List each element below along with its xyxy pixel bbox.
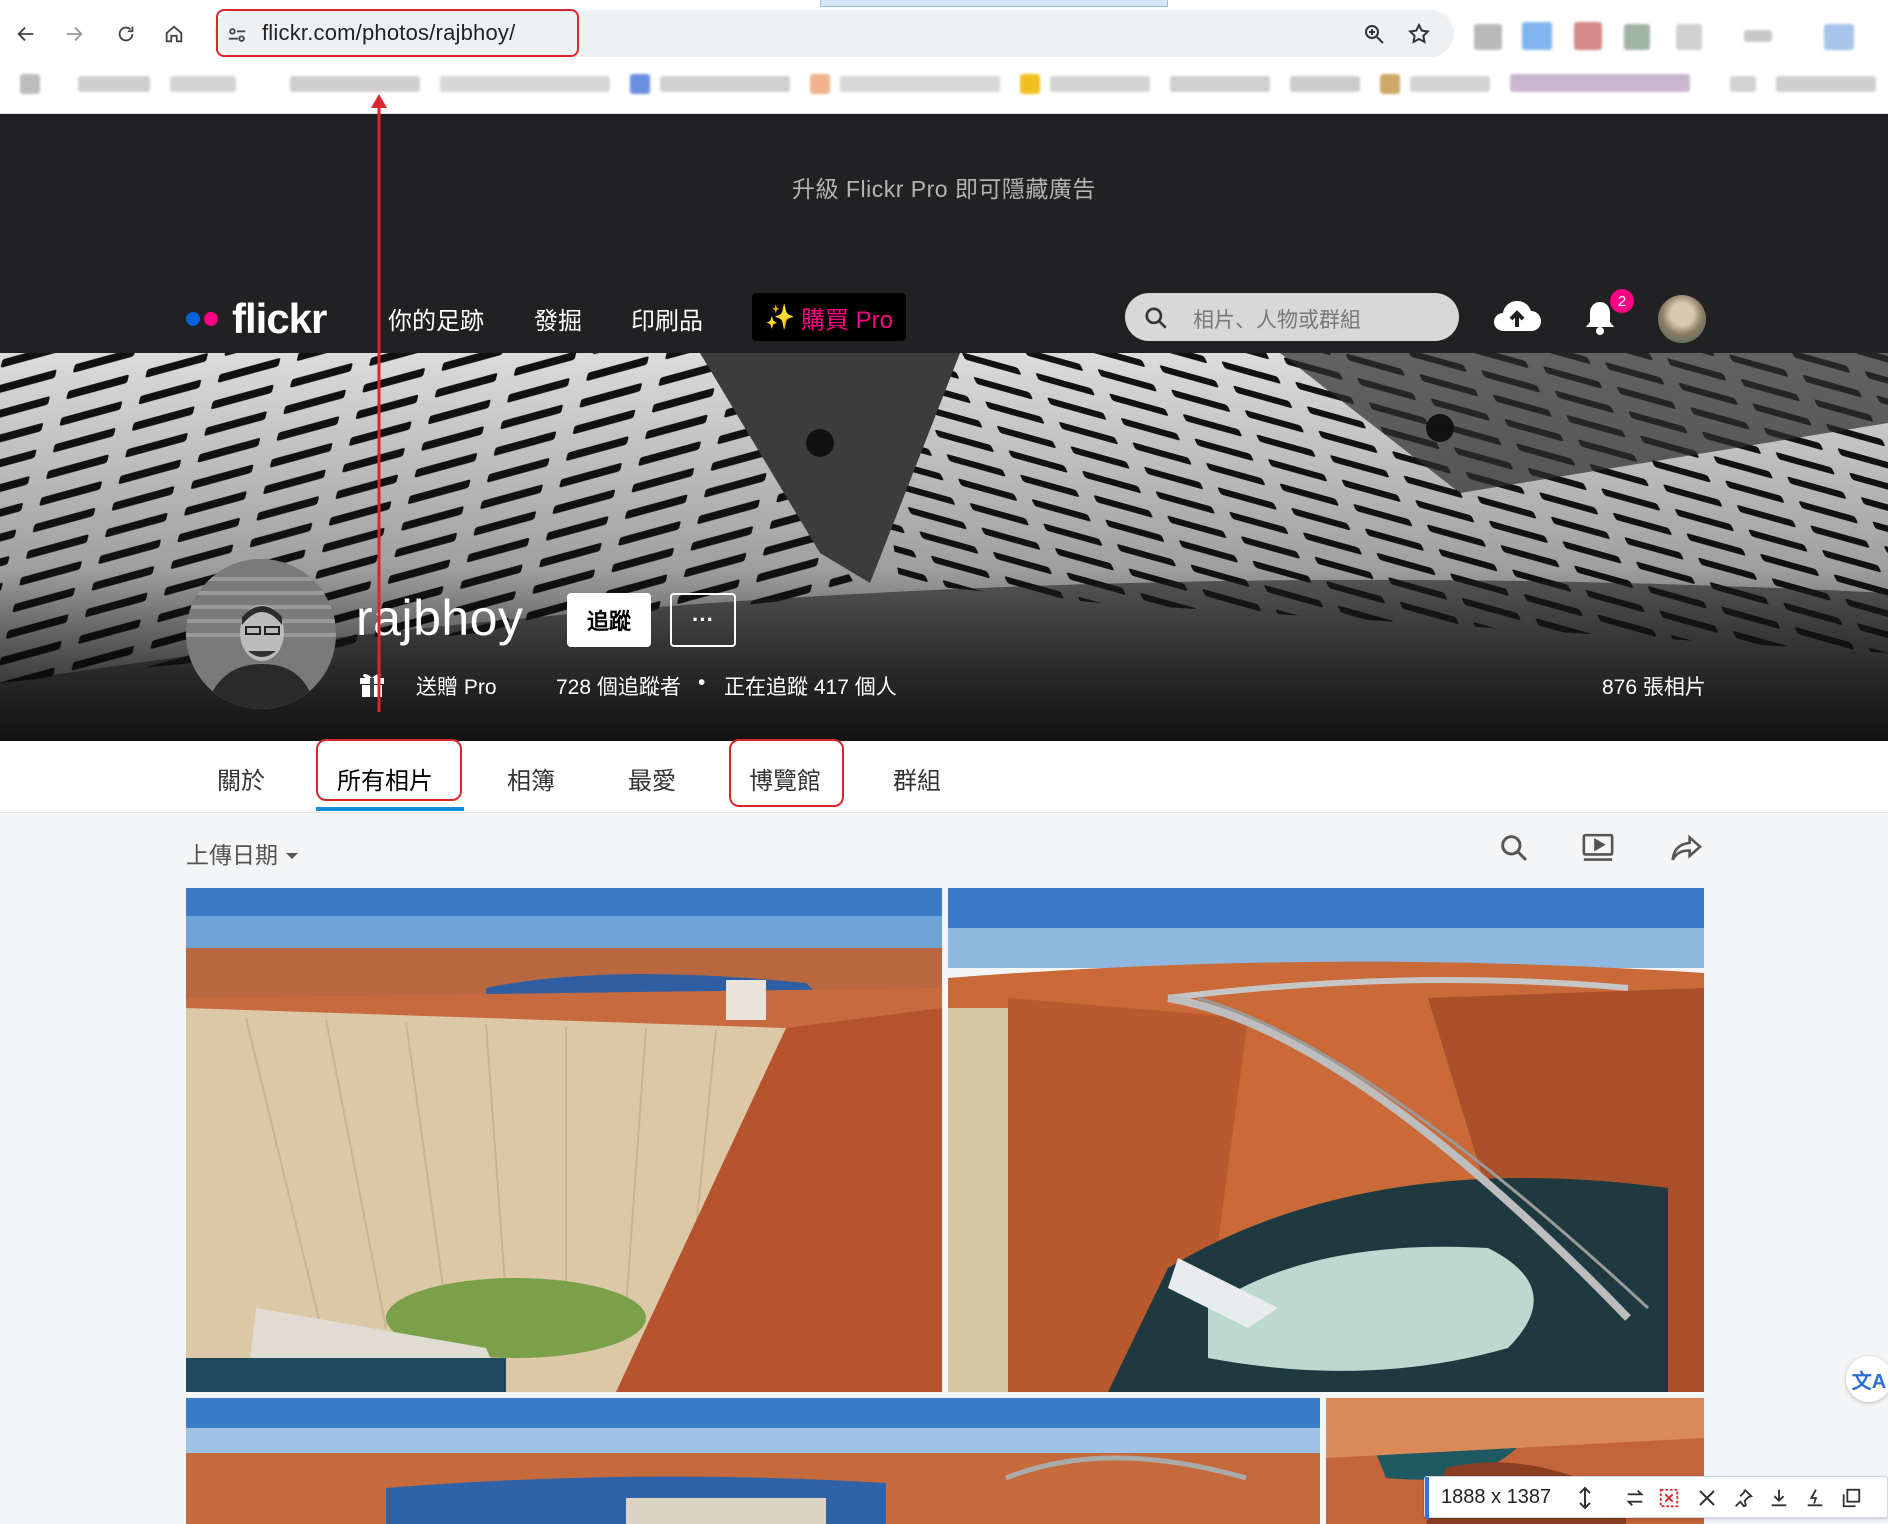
logo-text: flickr xyxy=(232,295,327,342)
nav-prints[interactable]: 印刷品 xyxy=(631,301,703,336)
buy-pro-button[interactable]: ✨ 購買 Pro xyxy=(752,293,906,341)
buy-pro-label: 購買 Pro xyxy=(800,306,893,334)
profile-cover: rajbhoy 追蹤 ··· 送贈 Pro 728 個追蹤者 • 正在追蹤 41… xyxy=(0,353,1888,741)
tab-about[interactable]: 關於 xyxy=(217,761,265,796)
copy-icon[interactable] xyxy=(1839,1486,1863,1510)
bookmark-item[interactable] xyxy=(1410,76,1490,92)
bookmark-item[interactable] xyxy=(810,74,830,94)
extension-icon[interactable] xyxy=(1624,24,1650,50)
screenshot-toolbar: 1888 x 1387 xyxy=(1424,1476,1888,1519)
follow-button[interactable]: 追蹤 xyxy=(567,593,651,647)
tab-faves[interactable]: 最愛 xyxy=(628,761,676,796)
share-icon[interactable] xyxy=(1670,832,1704,869)
swap-icon[interactable] xyxy=(1623,1486,1647,1510)
flickr-logo[interactable]: flickr xyxy=(186,293,327,345)
site-settings-icon[interactable] xyxy=(226,24,248,51)
active-tab-indicator xyxy=(316,807,464,811)
bookmark-item[interactable] xyxy=(170,76,236,92)
capture-size-label: 1888 x 1387 xyxy=(1441,1486,1552,1508)
gift-icon[interactable] xyxy=(358,668,386,703)
all-photos-highlight-annotation xyxy=(316,739,462,801)
followers-count[interactable]: 728 個追蹤者 xyxy=(556,671,681,701)
bookmark-item[interactable] xyxy=(1730,76,1756,92)
logo-pink-dot xyxy=(204,312,218,326)
photo-thumbnail[interactable] xyxy=(948,888,1704,1392)
user-avatar[interactable] xyxy=(1658,295,1706,343)
home-icon[interactable] xyxy=(158,18,190,50)
upload-cloud-icon[interactable] xyxy=(1492,297,1542,340)
close-icon[interactable] xyxy=(1695,1486,1719,1510)
back-arrow-icon[interactable] xyxy=(10,18,42,50)
sort-dropdown[interactable]: 上傳日期 xyxy=(186,836,300,870)
search-placeholder: 相片、人物或群組 xyxy=(1193,309,1361,332)
forward-arrow-icon[interactable] xyxy=(58,18,90,50)
pin-icon[interactable] xyxy=(1731,1486,1755,1510)
slideshow-icon[interactable] xyxy=(1580,832,1616,869)
profile-tabs: 關於 所有相片 相簿 最愛 博覽館 群組 xyxy=(0,739,1888,813)
zoom-icon[interactable] xyxy=(1360,20,1388,48)
bookmarks-bar xyxy=(0,70,1888,100)
bookmark-item[interactable] xyxy=(20,74,40,94)
photo-thumbnail[interactable] xyxy=(186,888,942,1392)
toolbar-accent xyxy=(1425,1477,1429,1519)
extension-icon[interactable] xyxy=(1744,30,1772,42)
galleries-highlight-annotation xyxy=(729,739,844,807)
flickr-top-nav: flickr 你的足跡 發掘 印刷品 ✨ 購買 Pro 相片、人物或群組 2 xyxy=(0,287,1888,353)
extension-icon[interactable] xyxy=(1824,24,1854,50)
resize-vertical-icon[interactable] xyxy=(1573,1486,1597,1510)
quick-save-icon[interactable] xyxy=(1803,1486,1827,1510)
bookmark-item[interactable] xyxy=(1020,74,1040,94)
window-drag-strip xyxy=(820,0,1168,7)
bookmark-item[interactable] xyxy=(78,76,150,92)
browser-chrome: flickr.com/photos/rajbhoy/ xyxy=(0,0,1888,114)
bookmark-item[interactable] xyxy=(1170,76,1270,92)
profile-username: rajbhoy xyxy=(356,590,524,646)
notification-badge: 2 xyxy=(1610,289,1634,313)
gift-pro-link[interactable]: 送贈 Pro xyxy=(416,671,497,701)
bookmark-item[interactable] xyxy=(840,76,1000,92)
extension-icon[interactable] xyxy=(1474,24,1502,50)
search-icon xyxy=(1143,305,1169,336)
reload-icon[interactable] xyxy=(110,18,142,50)
bookmark-item[interactable] xyxy=(440,76,610,92)
bookmark-item[interactable] xyxy=(1776,76,1876,92)
extension-icon[interactable] xyxy=(1522,22,1552,50)
ad-text[interactable]: 升級 Flickr Pro 即可隱藏廣告 xyxy=(792,170,1096,204)
caret-down-icon xyxy=(284,840,300,867)
translate-icon[interactable]: 文A xyxy=(1846,1356,1888,1402)
sort-label: 上傳日期 xyxy=(186,842,278,868)
upgrade-ad-banner[interactable]: 升級 Flickr Pro 即可隱藏廣告 xyxy=(0,114,1888,287)
star-icon[interactable] xyxy=(1405,20,1433,48)
url-text[interactable]: flickr.com/photos/rajbhoy/ xyxy=(262,20,515,46)
bookmark-item[interactable] xyxy=(660,76,790,92)
photo-count: 876 張相片 xyxy=(1602,676,1706,699)
search-input[interactable]: 相片、人物或群組 xyxy=(1125,293,1459,341)
bookmark-item[interactable] xyxy=(1380,74,1400,94)
bookmark-item[interactable] xyxy=(1290,76,1360,92)
extension-icon[interactable] xyxy=(1574,22,1602,50)
following-count[interactable]: 正在追蹤 417 個人 xyxy=(724,671,897,701)
photo-thumbnail[interactable] xyxy=(186,1398,1320,1524)
sparkle-icon: ✨ xyxy=(765,303,795,331)
bookmark-item[interactable] xyxy=(1510,74,1690,92)
more-options-button[interactable]: ··· xyxy=(670,593,736,647)
search-photos-icon[interactable] xyxy=(1498,832,1530,869)
bookmark-item[interactable] xyxy=(290,76,420,92)
tab-groups[interactable]: 群組 xyxy=(893,761,941,796)
extension-icon[interactable] xyxy=(1676,24,1702,50)
cancel-capture-icon[interactable] xyxy=(1657,1486,1681,1510)
bookmark-item[interactable] xyxy=(630,74,650,94)
nav-explore[interactable]: 發掘 xyxy=(534,301,582,336)
meta-separator: • xyxy=(698,671,706,694)
download-icon[interactable] xyxy=(1767,1486,1791,1510)
nav-you[interactable]: 你的足跡 xyxy=(388,301,484,336)
tab-albums[interactable]: 相簿 xyxy=(507,761,555,796)
logo-blue-dot xyxy=(186,312,200,326)
bookmark-item[interactable] xyxy=(1050,76,1150,92)
profile-avatar[interactable] xyxy=(186,559,336,709)
